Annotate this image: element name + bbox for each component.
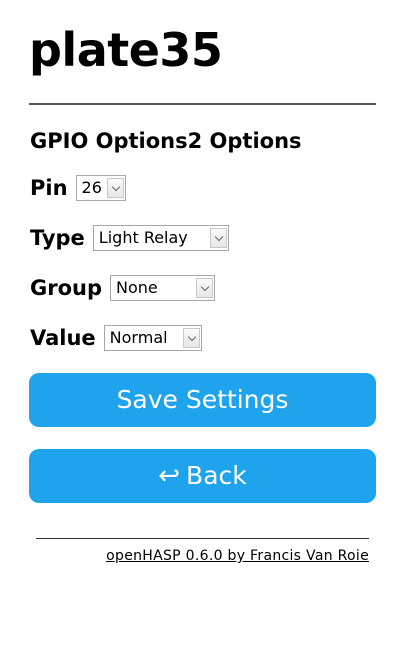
header-divider xyxy=(29,103,376,105)
type-select-value: Light Relay xyxy=(98,228,188,247)
group-select[interactable]: None xyxy=(110,275,216,301)
group-row: Group None xyxy=(30,273,216,303)
page-title: plate35 xyxy=(29,23,223,77)
value-label: Value xyxy=(30,326,96,350)
type-row: Type Light Relay xyxy=(30,223,229,253)
chevron-down-icon xyxy=(106,178,124,198)
type-select[interactable]: Light Relay xyxy=(92,225,229,251)
back-arrow-icon: ↩ xyxy=(158,461,181,491)
type-label: Type xyxy=(30,226,85,250)
value-select-value: Normal xyxy=(109,328,168,347)
footer-link[interactable]: openHASP 0.6.0 by Francis Van Roie xyxy=(106,548,369,564)
save-settings-button[interactable]: Save Settings xyxy=(29,373,376,427)
pin-row: Pin 26 xyxy=(30,173,126,203)
footer-divider xyxy=(36,538,369,539)
save-settings-label: Save Settings xyxy=(116,385,289,414)
group-label: Group xyxy=(30,276,103,300)
pin-select[interactable]: 26 xyxy=(75,175,126,201)
value-select[interactable]: Normal xyxy=(103,325,202,351)
chevron-down-icon xyxy=(196,278,214,298)
back-label: Back xyxy=(186,461,247,490)
back-button[interactable]: ↩ Back xyxy=(29,449,376,503)
section-heading: GPIO Options2 Options xyxy=(30,129,302,153)
chevron-down-icon xyxy=(182,328,200,348)
pin-select-value: 26 xyxy=(81,178,102,197)
value-row: Value Normal xyxy=(30,323,202,353)
group-select-value: None xyxy=(116,278,158,297)
chevron-down-icon xyxy=(209,228,227,248)
pin-label: Pin xyxy=(30,176,68,200)
